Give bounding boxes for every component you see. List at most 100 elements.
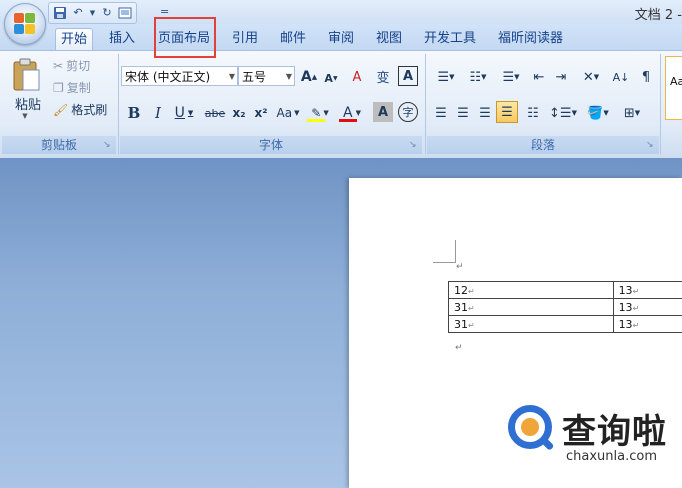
chevron-down-icon: ▼ <box>323 109 329 117</box>
paragraph-mark-icon: ↵ <box>455 343 463 353</box>
subscript-button[interactable]: x₂ <box>228 102 250 124</box>
justify-button[interactable]: ☰ <box>496 101 518 123</box>
chevron-down-icon: ▼ <box>285 72 292 81</box>
font-name-combo[interactable]: 宋体 (中文正文) ▼ <box>121 66 238 86</box>
bold-icon: B <box>127 104 141 122</box>
decrease-indent-button[interactable]: ⇤ <box>528 66 550 88</box>
font-color-swatch <box>339 119 357 122</box>
chevron-down-icon: ▼ <box>481 73 487 81</box>
tab-view[interactable]: 视图 <box>371 28 407 50</box>
grow-font-button[interactable]: A ▲ <box>298 66 320 88</box>
show-marks-button[interactable]: ¶ <box>635 66 657 88</box>
copy-button[interactable]: ❐ 复制 <box>53 79 91 96</box>
dropdown-arrow-icon[interactable]: ▼ <box>89 6 96 20</box>
tab-home[interactable]: 开始 <box>55 28 94 51</box>
numbering-button[interactable]: ☷ ▼ <box>462 66 494 88</box>
phonetic-guide-button[interactable]: 变 <box>371 64 395 88</box>
table-row: 31↵ 13↵ <box>448 298 682 316</box>
tab-review[interactable]: 审阅 <box>323 28 359 50</box>
strikethrough-button[interactable]: abe <box>202 102 228 124</box>
font-launcher-icon[interactable]: ↘ <box>409 140 417 150</box>
character-shading-button[interactable]: A <box>373 102 393 122</box>
watermark-text: 查询啦 <box>562 412 667 452</box>
chevron-down-icon: ▼ <box>571 109 577 117</box>
character-border-icon: A <box>402 68 414 84</box>
paste-icon[interactable] <box>8 56 44 94</box>
change-case-button[interactable]: Aa ▼ <box>273 102 303 124</box>
quick-access-toolbar: ↶ ▼ ↻ <box>48 2 137 24</box>
tab-developer[interactable]: 开发工具 <box>419 28 481 50</box>
enclose-characters-button[interactable]: 字 <box>398 102 418 122</box>
table-cell[interactable]: 13↵ <box>612 281 682 299</box>
chinese-layout-icon: ✕ <box>582 69 594 85</box>
clipboard-launcher-icon[interactable]: ↘ <box>103 140 111 150</box>
multilevel-list-button[interactable]: ☰ ▼ <box>495 66 527 88</box>
copy-label: 复制 <box>66 81 91 95</box>
superscript-icon: x² <box>254 106 268 120</box>
line-spacing-button[interactable]: ↕☰ ▼ <box>547 102 579 124</box>
bullets-button[interactable]: ☰ ▼ <box>430 66 462 88</box>
justify-icon: ☰ <box>501 104 513 120</box>
tab-insert[interactable]: 插入 <box>104 28 140 50</box>
cut-button[interactable]: ✂ 剪切 <box>53 57 90 74</box>
distributed-button[interactable]: ☷ <box>522 102 544 124</box>
align-center-icon: ☰ <box>457 105 469 121</box>
undo-icon[interactable]: ↶ <box>71 6 85 20</box>
chevron-down-icon: ▼ <box>294 109 300 117</box>
table-cell[interactable]: 13↵ <box>612 315 682 333</box>
table-cell[interactable]: 31↵ <box>448 315 614 333</box>
chevron-down-icon: ▼ <box>634 109 641 117</box>
character-border-button[interactable]: A <box>398 66 418 86</box>
align-center-button[interactable]: ☰ <box>452 102 474 124</box>
shrink-font-button[interactable]: A ▼ <box>320 68 342 88</box>
align-right-button[interactable]: ☰ <box>474 102 496 124</box>
watermark-url: chaxunla.com <box>566 449 657 464</box>
grow-font-icon: A <box>300 69 312 85</box>
table-cell[interactable]: 12↵ <box>448 281 614 299</box>
tab-references[interactable]: 引用 <box>227 28 263 50</box>
align-left-button[interactable]: ☰ <box>430 102 452 124</box>
italic-button[interactable]: I <box>148 102 168 124</box>
tab-foxit-reader[interactable]: 福昕阅读器 <box>493 28 568 50</box>
font-size-combo[interactable]: 五号 ▼ <box>238 66 295 86</box>
clipboard-group-label: 剪贴板 <box>2 136 116 154</box>
table-cell[interactable]: 13↵ <box>612 298 682 316</box>
crop-mark <box>433 240 456 263</box>
scissors-icon: ✂ <box>53 58 64 73</box>
save-icon[interactable] <box>53 6 67 20</box>
change-case-icon: Aa <box>276 106 293 120</box>
format-painter-label: 格式刷 <box>71 103 108 117</box>
table-row: 31↵ 13↵ <box>448 315 682 333</box>
paragraph-mark-icon: ↵ <box>456 262 464 272</box>
format-painter-button[interactable]: 🖌 格式刷 <box>53 101 107 118</box>
sort-button[interactable]: A↓ <box>609 66 633 88</box>
redo-icon[interactable]: ↻ <box>100 6 114 20</box>
print-preview-icon[interactable] <box>118 6 132 20</box>
phonetic-guide-icon: 变 <box>376 70 390 86</box>
chevron-down-icon: ▼ <box>449 73 455 81</box>
font-name-value: 宋体 (中文正文) <box>125 70 211 84</box>
clear-formatting-button[interactable]: A <box>345 66 369 88</box>
font-size-value: 五号 <box>242 70 267 84</box>
chevron-down-icon: ▼ <box>187 109 194 117</box>
increase-indent-button[interactable]: ⇥ <box>550 66 572 88</box>
paste-button[interactable]: 粘贴 <box>8 95 48 113</box>
office-logo-icon-part <box>14 24 24 34</box>
superscript-button[interactable]: x² <box>250 102 272 124</box>
paragraph-launcher-icon[interactable]: ↘ <box>646 140 654 150</box>
bold-button[interactable]: B <box>124 102 144 124</box>
style-preview-box[interactable]: Aa <box>665 56 682 120</box>
table-cell[interactable]: 31↵ <box>448 298 614 316</box>
multilevel-list-icon: ☰ <box>502 69 515 85</box>
borders-button[interactable]: ⊞ ▼ <box>616 102 648 124</box>
group-divider <box>425 54 426 154</box>
paste-dropdown-icon[interactable]: ▼ <box>20 111 30 121</box>
bullet-list-icon: ☰ <box>437 69 450 85</box>
office-button[interactable] <box>4 3 46 45</box>
document-table[interactable]: 12↵ 13↵ 31↵ 13↵ 31↵ 13↵ <box>448 281 682 333</box>
shading-button[interactable]: 🪣 ▼ <box>582 102 614 124</box>
tab-mailings[interactable]: 邮件 <box>275 28 311 50</box>
italic-icon: I <box>155 104 161 122</box>
underline-button[interactable]: U ▼ <box>170 102 198 124</box>
chinese-layout-button[interactable]: ✕ ▼ <box>576 66 606 88</box>
